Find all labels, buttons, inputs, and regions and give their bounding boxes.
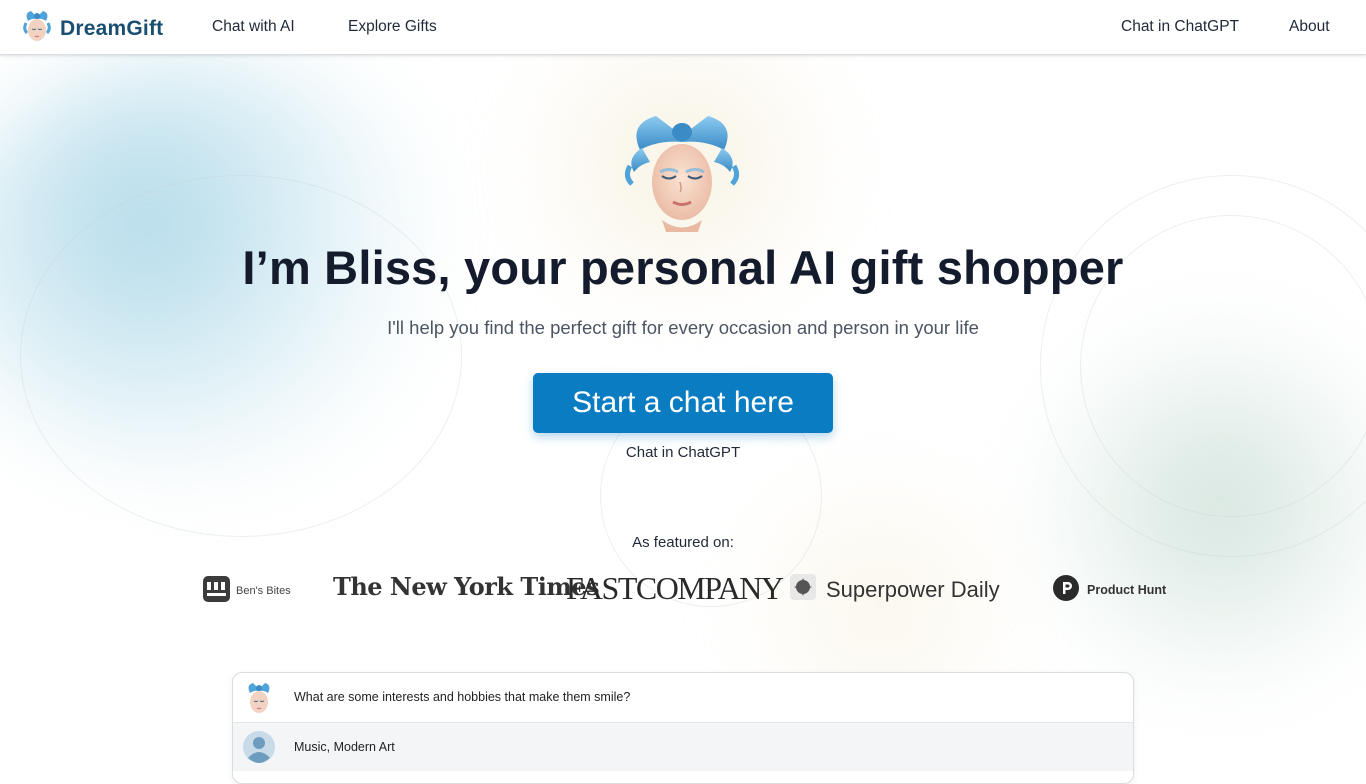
chat-message-text: Music, Modern Art — [294, 740, 395, 754]
chat-message-text: What are some interests and hobbies that… — [294, 690, 631, 704]
featured-logos: Ben's Bites The New York Times FASTCOMPA… — [0, 568, 1366, 608]
chat-in-chatgpt-link[interactable]: Chat in ChatGPT — [0, 444, 1366, 461]
bliss-avatar-icon — [242, 680, 276, 714]
chat-preview: What are some interests and hobbies that… — [232, 672, 1134, 784]
brand-logo-link[interactable]: DreamGift — [20, 7, 163, 50]
bliss-avatar-icon — [620, 110, 744, 232]
bens-bites-icon — [203, 576, 230, 605]
nyt-logo: The New York Times — [333, 572, 600, 601]
top-navigation-bar: DreamGift Chat with AI Explore Gifts Cha… — [0, 0, 1366, 55]
featured-label: As featured on: — [632, 534, 734, 551]
product-hunt-icon — [1053, 575, 1079, 604]
nav-explore-gifts[interactable]: Explore Gifts — [348, 18, 437, 36]
hero-title: I’m Bliss, your personal AI gift shopper — [242, 241, 1124, 294]
fast-company-logo: FASTCOMPANY — [566, 570, 784, 606]
product-hunt-logo: Product Hunt — [1053, 575, 1166, 604]
chat-message-assistant: What are some interests and hobbies that… — [233, 673, 1133, 721]
start-chat-button[interactable]: Start a chat here — [533, 373, 833, 433]
user-avatar-icon — [242, 730, 276, 764]
background-ring — [20, 175, 462, 537]
superpower-daily-logo: Superpower Daily — [790, 574, 1000, 606]
nav-chat-with-ai[interactable]: Chat with AI — [212, 18, 295, 36]
brand-name: DreamGift — [60, 16, 164, 40]
bens-bites-text: Ben's Bites — [236, 584, 291, 597]
nav-about[interactable]: About — [1289, 18, 1330, 36]
bliss-avatar-icon — [20, 7, 54, 50]
chat-message-user: Music, Modern Art — [233, 722, 1133, 771]
superpower-daily-text: Superpower Daily — [826, 577, 1000, 602]
hero-subtitle: I'll help you find the perfect gift for … — [387, 317, 979, 338]
product-hunt-text: Product Hunt — [1087, 582, 1167, 597]
nav-chat-in-chatgpt[interactable]: Chat in ChatGPT — [1121, 18, 1239, 36]
bens-bites-logo: Ben's Bites — [203, 576, 291, 605]
superpower-daily-icon — [790, 574, 816, 606]
